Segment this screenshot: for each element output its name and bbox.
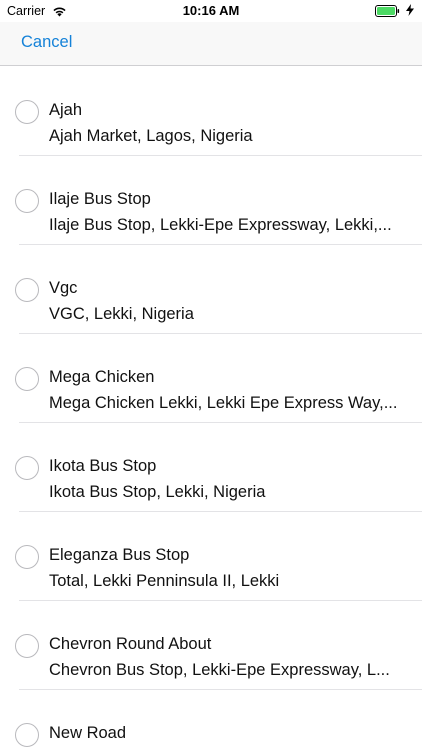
place-title: Chevron Round About bbox=[49, 635, 212, 653]
place-title: New Road bbox=[49, 724, 127, 742]
radio-button[interactable] bbox=[15, 100, 39, 124]
place-row-chevron-round-about[interactable]: Chevron Round About Chevron Bus Stop, Le… bbox=[0, 601, 422, 690]
place-title: Ikota Bus Stop bbox=[49, 457, 157, 475]
charging-bolt-icon bbox=[406, 4, 414, 16]
screen: Carrier 10:16 AM Cancel Ajah Ajah Market… bbox=[0, 0, 422, 750]
place-subtitle: Ajah Market, Lagos, Nigeria bbox=[49, 127, 253, 145]
radio-button[interactable] bbox=[15, 367, 39, 391]
place-subtitle: Ilaje Bus Stop, Lekki-Epe Expressway, Le… bbox=[49, 216, 392, 234]
place-subtitle: Chevron Bus Stop, Lekki-Epe Expressway, … bbox=[49, 661, 390, 679]
radio-button[interactable] bbox=[15, 723, 39, 747]
radio-button[interactable] bbox=[15, 545, 39, 569]
radio-button[interactable] bbox=[15, 189, 39, 213]
place-row-mega-chicken[interactable]: Mega Chicken Mega Chicken Lekki, Lekki E… bbox=[0, 334, 422, 423]
places-list: Ajah Ajah Market, Lagos, Nigeria Ilaje B… bbox=[0, 67, 422, 750]
radio-button[interactable] bbox=[15, 278, 39, 302]
place-subtitle: Ikota Bus Stop, Lekki, Nigeria bbox=[49, 483, 266, 501]
place-subtitle: Mega Chicken Lekki, Lekki Epe Express Wa… bbox=[49, 394, 398, 412]
status-time: 10:16 AM bbox=[182, 3, 240, 18]
battery-icon bbox=[375, 5, 400, 17]
place-subtitle: Total, Lekki Penninsula II, Lekki bbox=[49, 572, 280, 590]
place-title: Ajah bbox=[49, 101, 83, 119]
place-row-ikota-bus-stop[interactable]: Ikota Bus Stop Ikota Bus Stop, Lekki, Ni… bbox=[0, 423, 422, 512]
place-subtitle: VGC, Lekki, Nigeria bbox=[49, 305, 194, 323]
place-title: Ilaje Bus Stop bbox=[49, 190, 151, 208]
place-row-new-road[interactable]: New Road bbox=[0, 690, 422, 750]
status-bar: Carrier 10:16 AM bbox=[0, 0, 422, 22]
place-title: Eleganza Bus Stop bbox=[49, 546, 190, 564]
cancel-button[interactable]: Cancel bbox=[21, 33, 72, 52]
place-row-vgc[interactable]: Vgc VGC, Lekki, Nigeria bbox=[0, 245, 422, 334]
radio-button[interactable] bbox=[15, 634, 39, 658]
place-title: Mega Chicken bbox=[49, 368, 155, 386]
navigation-bar: Cancel bbox=[0, 22, 422, 66]
place-row-ilaje-bus-stop[interactable]: Ilaje Bus Stop Ilaje Bus Stop, Lekki-Epe… bbox=[0, 156, 422, 245]
place-title: Vgc bbox=[49, 279, 78, 297]
place-row-eleganza-bus-stop[interactable]: Eleganza Bus Stop Total, Lekki Penninsul… bbox=[0, 512, 422, 601]
place-row-ajah[interactable]: Ajah Ajah Market, Lagos, Nigeria bbox=[0, 67, 422, 156]
radio-button[interactable] bbox=[15, 456, 39, 480]
